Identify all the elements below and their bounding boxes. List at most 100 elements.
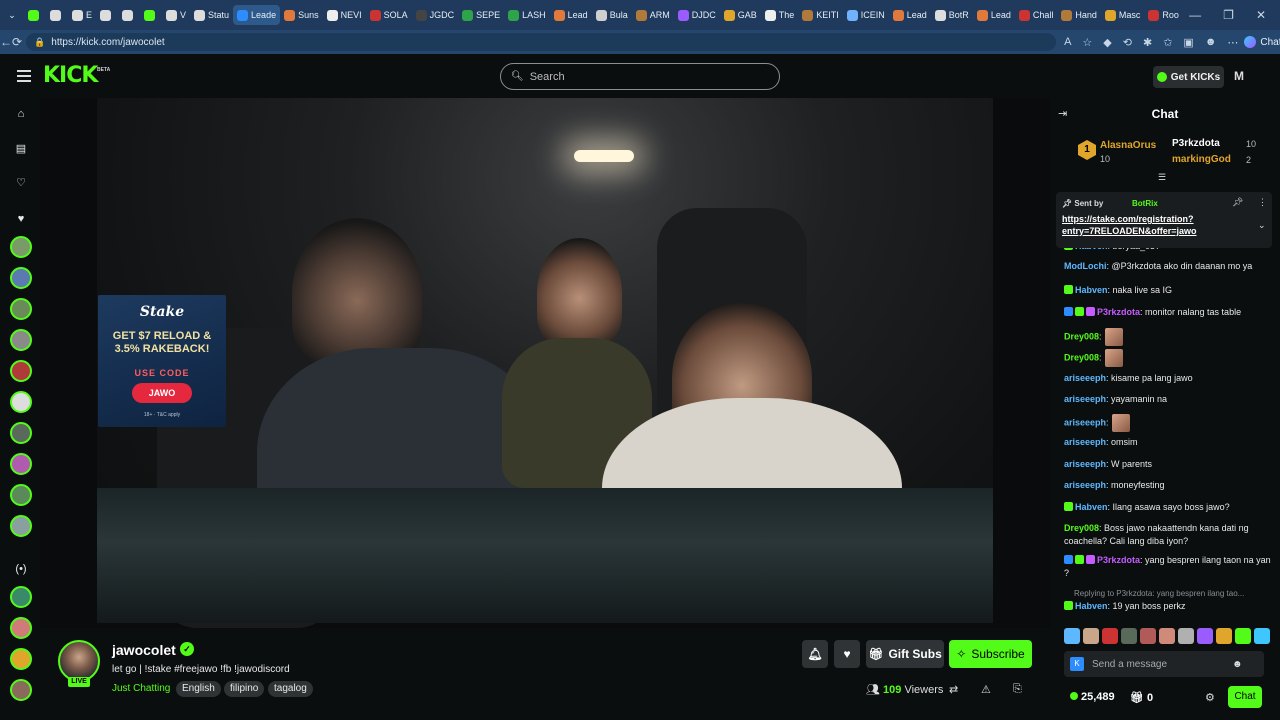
browser-tab[interactable]: ARM xyxy=(632,0,674,30)
emote-8[interactable] xyxy=(1197,628,1213,644)
notification-bell-button[interactable]: 🔔︎ xyxy=(802,640,828,668)
tab-list-toggle[interactable]: ⌄ xyxy=(0,0,24,30)
gift-count[interactable]: 🎁︎ 0 xyxy=(1130,691,1153,704)
pinned-bot-name[interactable]: BotRix xyxy=(1132,199,1158,208)
browser-tab[interactable]: Hand xyxy=(1057,0,1101,30)
browser-tab[interactable]: Leade xyxy=(233,5,281,25)
tag-tagalog[interactable]: tagalog xyxy=(268,681,313,697)
minimize-icon[interactable]: — xyxy=(1189,8,1201,22)
browser-tab[interactable]: Masc xyxy=(1101,0,1145,30)
leaderboard-second-name[interactable]: P3rkzdota xyxy=(1172,138,1220,149)
follow-button[interactable]: ♥ xyxy=(834,640,860,668)
user-menu-icon[interactable]: M xyxy=(1234,69,1244,83)
browser-tab[interactable]: Chall xyxy=(1015,0,1058,30)
browser-tab[interactable] xyxy=(24,0,46,30)
chat-username[interactable]: ariseeeph xyxy=(1064,394,1106,404)
recommended-channel-avatar[interactable] xyxy=(10,617,32,639)
kick-logo[interactable]: KICK xyxy=(43,63,98,88)
browser-tab[interactable]: DJDC xyxy=(674,0,720,30)
tag-english[interactable]: English xyxy=(176,681,221,697)
followed-channel-avatar[interactable] xyxy=(10,236,32,258)
copilot-chat-button[interactable]: Chat xyxy=(1244,36,1280,48)
emoji-picker-icon[interactable]: ☻ xyxy=(1232,659,1243,670)
browser-tab[interactable]: Lead xyxy=(550,0,592,30)
emote-3[interactable] xyxy=(1102,628,1118,644)
refresh-icon[interactable]: ⟳ xyxy=(12,35,22,49)
browse-icon[interactable]: ▤ xyxy=(14,142,28,155)
browser-tab[interactable]: Suns xyxy=(280,0,323,30)
browser-tab[interactable]: SOLA xyxy=(366,0,412,30)
puzzle-icon[interactable]: ✱ xyxy=(1143,36,1152,49)
followed-channel-avatar[interactable] xyxy=(10,360,32,382)
browser-tab[interactable] xyxy=(96,0,118,30)
browser-tab[interactable]: LASH xyxy=(504,0,550,30)
unpin-icon[interactable]: 📌︎ xyxy=(1232,197,1243,208)
chat-username[interactable]: P3rkzdota xyxy=(1097,307,1140,317)
followed-channel-avatar[interactable] xyxy=(10,453,32,475)
followed-channel-avatar[interactable] xyxy=(10,329,32,351)
restore-icon[interactable]: ❐ xyxy=(1223,8,1234,22)
chat-username[interactable]: Drey008 xyxy=(1064,523,1099,533)
recommended-channel-avatar[interactable] xyxy=(10,679,32,701)
chat-username[interactable]: ariseeeph xyxy=(1064,373,1106,383)
browser-tab[interactable]: KEITI xyxy=(798,0,843,30)
emote-7[interactable] xyxy=(1178,628,1194,644)
search-input[interactable] xyxy=(529,70,760,83)
report-icon[interactable]: ⚠ xyxy=(981,683,991,696)
browser-tab[interactable]: Bula xyxy=(592,0,632,30)
tag-filipino[interactable]: filipino xyxy=(224,681,265,697)
chat-message-input[interactable] xyxy=(1092,658,1232,670)
extension-icon[interactable]: ◆ xyxy=(1103,36,1111,49)
channel-points[interactable]: 25,489 xyxy=(1070,691,1115,703)
close-icon[interactable]: ✕ xyxy=(1256,8,1266,22)
expand-pinned-icon[interactable]: ⌄ xyxy=(1258,220,1266,231)
browser-tab[interactable] xyxy=(118,0,140,30)
favorites-icon[interactable]: ✩ xyxy=(1163,36,1172,49)
url-field[interactable]: 🔒 https://kick.com/jawocolet xyxy=(26,33,1057,51)
favorite-star-icon[interactable]: ☆ xyxy=(1082,36,1092,49)
emote-1[interactable] xyxy=(1064,628,1080,644)
chat-username[interactable]: ModLochi xyxy=(1064,261,1107,271)
category-link[interactable]: Just Chatting xyxy=(112,683,170,694)
filter-icon[interactable]: ☰ xyxy=(1158,172,1166,183)
more-icon[interactable]: ⋯ xyxy=(1227,36,1238,49)
refresh-extension-icon[interactable]: ⟲ xyxy=(1123,36,1132,49)
home-icon[interactable]: ⌂ xyxy=(14,108,28,120)
channel-name[interactable]: jawocolet xyxy=(112,642,176,658)
browser-tab[interactable]: Lead xyxy=(973,0,1015,30)
followed-channel-avatar[interactable] xyxy=(10,391,32,413)
chat-username[interactable]: Drey008 xyxy=(1064,331,1099,341)
back-icon[interactable]: ← xyxy=(0,35,12,49)
share-icon[interactable]: ⇄ xyxy=(949,683,958,696)
get-kicks-button[interactable]: Get KICKs xyxy=(1153,66,1224,88)
subscribe-button[interactable]: ✧ Subscribe xyxy=(949,640,1032,668)
emote-2[interactable] xyxy=(1083,628,1099,644)
emote-5[interactable] xyxy=(1140,628,1156,644)
recommended-channel-avatar[interactable] xyxy=(10,648,32,670)
chat-username[interactable]: ariseeeph xyxy=(1064,459,1106,469)
chat-username[interactable]: Habven xyxy=(1075,601,1108,611)
hamburger-menu-icon[interactable] xyxy=(17,70,31,82)
read-aloud-icon[interactable]: A xyxy=(1064,36,1071,48)
recommended-channel-avatar[interactable] xyxy=(10,586,32,608)
gift-subs-button[interactable]: 🎁︎ Gift Subs xyxy=(866,640,944,668)
browser-tab[interactable]: GAB xyxy=(720,0,761,30)
chat-username[interactable]: Habven xyxy=(1075,248,1108,251)
followed-channel-avatar[interactable] xyxy=(10,515,32,537)
emote-11[interactable] xyxy=(1254,628,1270,644)
chat-username[interactable]: ariseeeph xyxy=(1064,480,1106,490)
emote-9[interactable] xyxy=(1216,628,1232,644)
chat-send-button[interactable]: Chat xyxy=(1228,686,1262,708)
browser-tab[interactable]: V xyxy=(162,0,190,30)
followed-channel-avatar[interactable] xyxy=(10,267,32,289)
browser-tab[interactable]: JGDC xyxy=(412,0,459,30)
browser-tab[interactable]: BotR xyxy=(931,0,973,30)
leaderboard-first-name[interactable]: AlasnaOrus xyxy=(1100,140,1156,151)
browser-tab[interactable]: Statu xyxy=(190,0,233,30)
chat-username[interactable]: P3rkzdota xyxy=(1097,555,1140,565)
chat-username[interactable]: ariseeeph xyxy=(1064,417,1106,427)
pinned-more-icon[interactable]: ⋮ xyxy=(1258,197,1267,208)
browser-tab[interactable] xyxy=(140,0,162,30)
followed-channel-avatar[interactable] xyxy=(10,484,32,506)
emote-6[interactable] xyxy=(1159,628,1175,644)
